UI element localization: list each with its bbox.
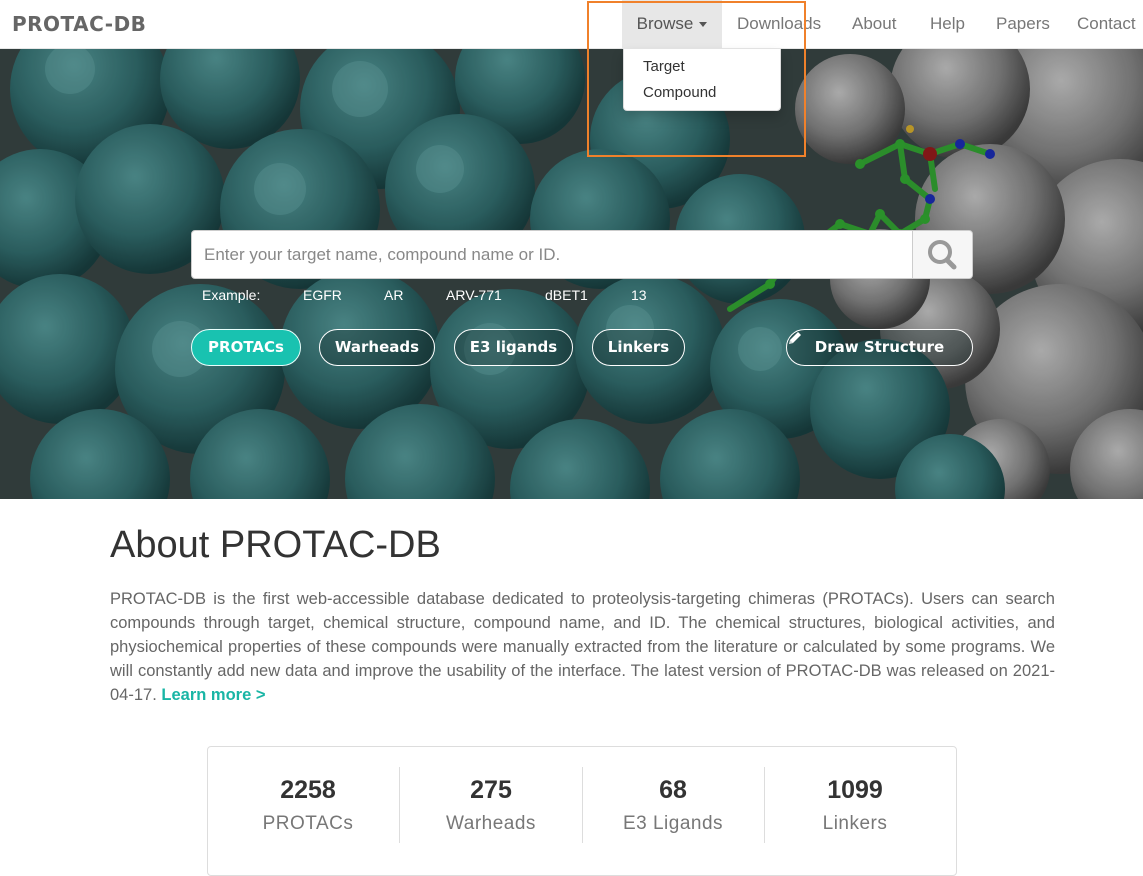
nav-papers[interactable]: Papers	[996, 0, 1050, 48]
learn-more-link[interactable]: Learn more >	[161, 686, 265, 704]
example-link[interactable]: ARV-771	[446, 287, 502, 303]
nav-contact[interactable]: Contact	[1077, 0, 1136, 48]
nav-about[interactable]: About	[852, 0, 896, 48]
stat-value: 1099	[827, 776, 883, 804]
search-box	[191, 230, 973, 279]
hero-banner: Example: EGFR AR ARV-771 dBET1 13 PROTAC…	[0, 49, 1143, 499]
example-link[interactable]: AR	[384, 287, 403, 303]
stat-label: Warheads	[446, 813, 536, 834]
brand-logo[interactable]: PROTAC-DB	[12, 12, 146, 36]
about-title: About PROTAC-DB	[110, 524, 441, 566]
draw-structure-button[interactable]: Draw Structure	[786, 329, 973, 366]
highlight-annotation-box	[587, 1, 806, 157]
top-navbar: PROTAC-DB Browse Downloads About Help Pa…	[0, 0, 1143, 49]
search-input[interactable]	[192, 231, 914, 278]
warheads-button[interactable]: Warheads	[319, 329, 435, 366]
e3-ligands-button[interactable]: E3 ligands	[454, 329, 573, 366]
example-link[interactable]: EGFR	[303, 287, 342, 303]
linkers-button[interactable]: Linkers	[592, 329, 685, 366]
nav-help[interactable]: Help	[930, 0, 965, 48]
search-button[interactable]	[912, 231, 972, 278]
stat-value: 275	[470, 776, 512, 804]
search-icon	[928, 240, 957, 270]
pencil-icon	[789, 332, 801, 344]
example-label: Example:	[202, 287, 261, 303]
stat-label: PROTACs	[262, 813, 354, 834]
stat-value: 2258	[280, 776, 336, 804]
stat-value: 68	[659, 776, 687, 804]
example-link[interactable]: dBET1	[545, 287, 588, 303]
stat-label: E3 Ligands	[622, 813, 724, 834]
example-link[interactable]: 13	[631, 287, 647, 303]
protacs-button[interactable]: PROTACs	[191, 329, 301, 366]
stats-panel: 2258 PROTACs 275 Warheads 68 E3 Ligands …	[207, 746, 957, 876]
stat-label: Linkers	[822, 813, 888, 834]
draw-structure-label: Draw Structure	[814, 338, 945, 356]
about-description: PROTAC-DB is the first web-accessible da…	[110, 587, 1055, 707]
